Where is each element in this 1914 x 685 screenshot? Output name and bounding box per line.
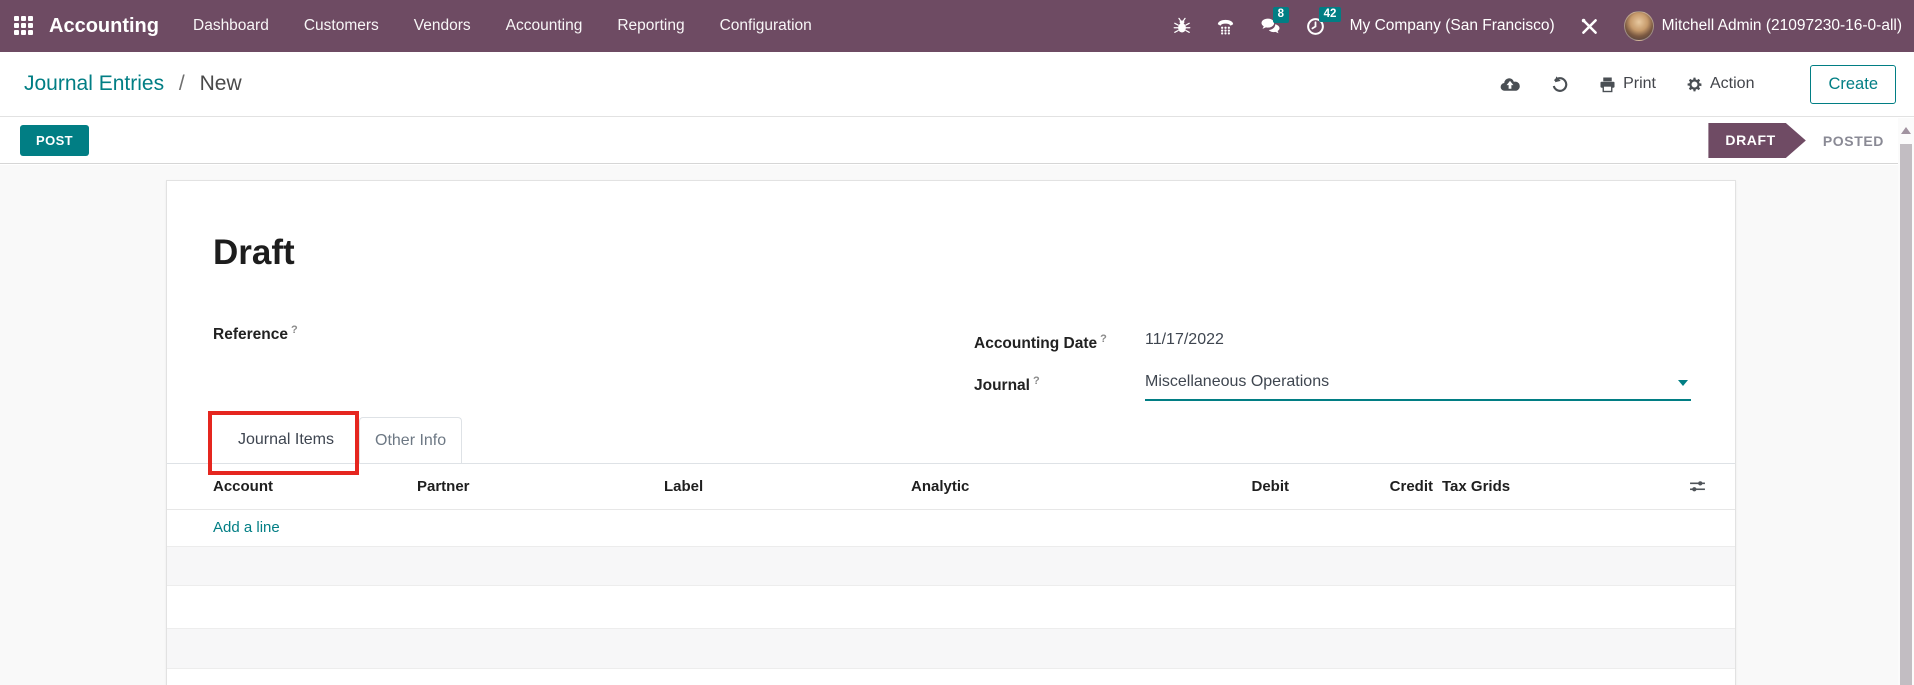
print-button[interactable]: Print <box>1599 75 1656 93</box>
accounting-date-help-icon[interactable]: ? <box>1100 333 1107 345</box>
column-header-debit: Debit <box>1169 478 1289 495</box>
column-header-account: Account <box>213 478 273 495</box>
menu-vendors[interactable]: Vendors <box>414 17 471 35</box>
scrollbar-up-arrow[interactable] <box>1898 118 1914 142</box>
journal-select[interactable]: Miscellaneous Operations <box>1145 373 1691 401</box>
right-field-column: Accounting Date? 11/17/2022 Journal? Mis… <box>974 331 1714 415</box>
menu-dashboard[interactable]: Dashboard <box>193 17 269 35</box>
journal-select-value: Miscellaneous Operations <box>1145 373 1329 390</box>
phone-icon[interactable] <box>1216 17 1235 35</box>
journal-items-table-header: Account Partner Label Analytic Debit Cre… <box>167 464 1735 510</box>
accounting-date-label: Accounting Date? <box>974 331 1145 359</box>
tab-other-info[interactable]: Other Info <box>359 417 462 463</box>
printer-icon <box>1599 76 1616 93</box>
form-view-area: Draft Reference? Accounting Date? 11/17/… <box>0 165 1898 685</box>
optional-columns-icon[interactable] <box>1689 478 1706 499</box>
form-status-bar: POST DRAFT POSTED <box>0 117 1914 164</box>
top-nav-bar: Accounting Dashboard Customers Vendors A… <box>0 0 1914 52</box>
control-panel: Journal Entries / New Print <box>0 52 1914 117</box>
action-label: Action <box>1710 75 1754 93</box>
empty-table-row <box>167 586 1735 629</box>
breadcrumb-separator: / <box>179 72 185 95</box>
state-posted[interactable]: POSTED <box>1823 133 1884 149</box>
cloud-save-icon[interactable] <box>1499 76 1521 92</box>
record-title: Draft <box>213 233 295 273</box>
topbar-right-cluster: 8 42 My Company (San Francisco) Mitchell… <box>1173 11 1902 41</box>
empty-table-row <box>167 669 1735 685</box>
reference-label: Reference? <box>213 326 298 343</box>
tab-journal-items[interactable]: Journal Items <box>213 417 359 463</box>
user-menu[interactable]: Mitchell Admin (21097230-16-0-all) <box>1624 11 1902 41</box>
menu-accounting[interactable]: Accounting <box>506 17 583 35</box>
chevron-down-icon[interactable] <box>1678 380 1688 386</box>
print-label: Print <box>1623 75 1656 93</box>
column-header-analytic: Analytic <box>911 478 969 495</box>
empty-table-row <box>167 629 1735 669</box>
column-header-label: Label <box>664 478 703 495</box>
scrollbar-thumb[interactable] <box>1900 144 1912 685</box>
empty-table-row <box>167 547 1735 586</box>
undo-icon[interactable] <box>1551 75 1569 93</box>
reference-input[interactable] <box>302 319 522 339</box>
messages-icon[interactable]: 8 <box>1260 17 1281 35</box>
gear-icon <box>1686 76 1703 93</box>
breadcrumb-current: New <box>200 72 242 95</box>
column-header-partner: Partner <box>417 478 470 495</box>
journal-label: Journal? <box>974 373 1145 401</box>
reference-field-group: Reference? <box>213 319 522 344</box>
column-header-credit: Credit <box>1313 478 1433 495</box>
breadcrumb-journal-entries[interactable]: Journal Entries <box>24 72 164 95</box>
control-panel-actions: Print Action Create <box>1499 65 1896 104</box>
add-a-line-link[interactable]: Add a line <box>213 519 280 536</box>
bug-icon[interactable] <box>1173 17 1191 35</box>
accounting-date-input[interactable]: 11/17/2022 <box>1145 331 1224 359</box>
notebook-tabs: Journal Items Other Info <box>167 418 1735 464</box>
journal-row: Journal? Miscellaneous Operations <box>974 373 1714 401</box>
state-draft[interactable]: DRAFT <box>1708 123 1805 158</box>
column-header-tax-grids: Tax Grids <box>1442 478 1510 495</box>
developer-tools-icon[interactable] <box>1580 17 1599 36</box>
main-menu: Dashboard Customers Vendors Accounting R… <box>193 17 812 35</box>
vertical-scrollbar <box>1898 118 1914 685</box>
table-row: Add a line <box>167 510 1735 547</box>
breadcrumb: Journal Entries / New <box>24 72 242 96</box>
app-name[interactable]: Accounting <box>49 15 159 38</box>
user-name: Mitchell Admin (21097230-16-0-all) <box>1662 17 1902 35</box>
menu-configuration[interactable]: Configuration <box>720 17 812 35</box>
apps-grid-icon[interactable] <box>14 16 35 37</box>
journal-help-icon[interactable]: ? <box>1033 375 1040 387</box>
activities-clock-icon[interactable]: 42 <box>1306 17 1325 36</box>
activities-count-badge: 42 <box>1319 7 1342 23</box>
company-switcher[interactable]: My Company (San Francisco) <box>1350 17 1555 35</box>
accounting-date-row: Accounting Date? 11/17/2022 <box>974 331 1714 359</box>
avatar <box>1624 11 1654 41</box>
menu-customers[interactable]: Customers <box>304 17 379 35</box>
create-button[interactable]: Create <box>1810 65 1896 104</box>
form-sheet: Draft Reference? Accounting Date? 11/17/… <box>166 180 1736 685</box>
post-button[interactable]: POST <box>20 125 89 156</box>
messages-count-badge: 8 <box>1273 7 1289 23</box>
reference-help-icon[interactable]: ? <box>291 324 298 336</box>
menu-reporting[interactable]: Reporting <box>617 17 684 35</box>
state-indicator: DRAFT POSTED <box>1708 123 1884 158</box>
action-button[interactable]: Action <box>1686 75 1754 93</box>
